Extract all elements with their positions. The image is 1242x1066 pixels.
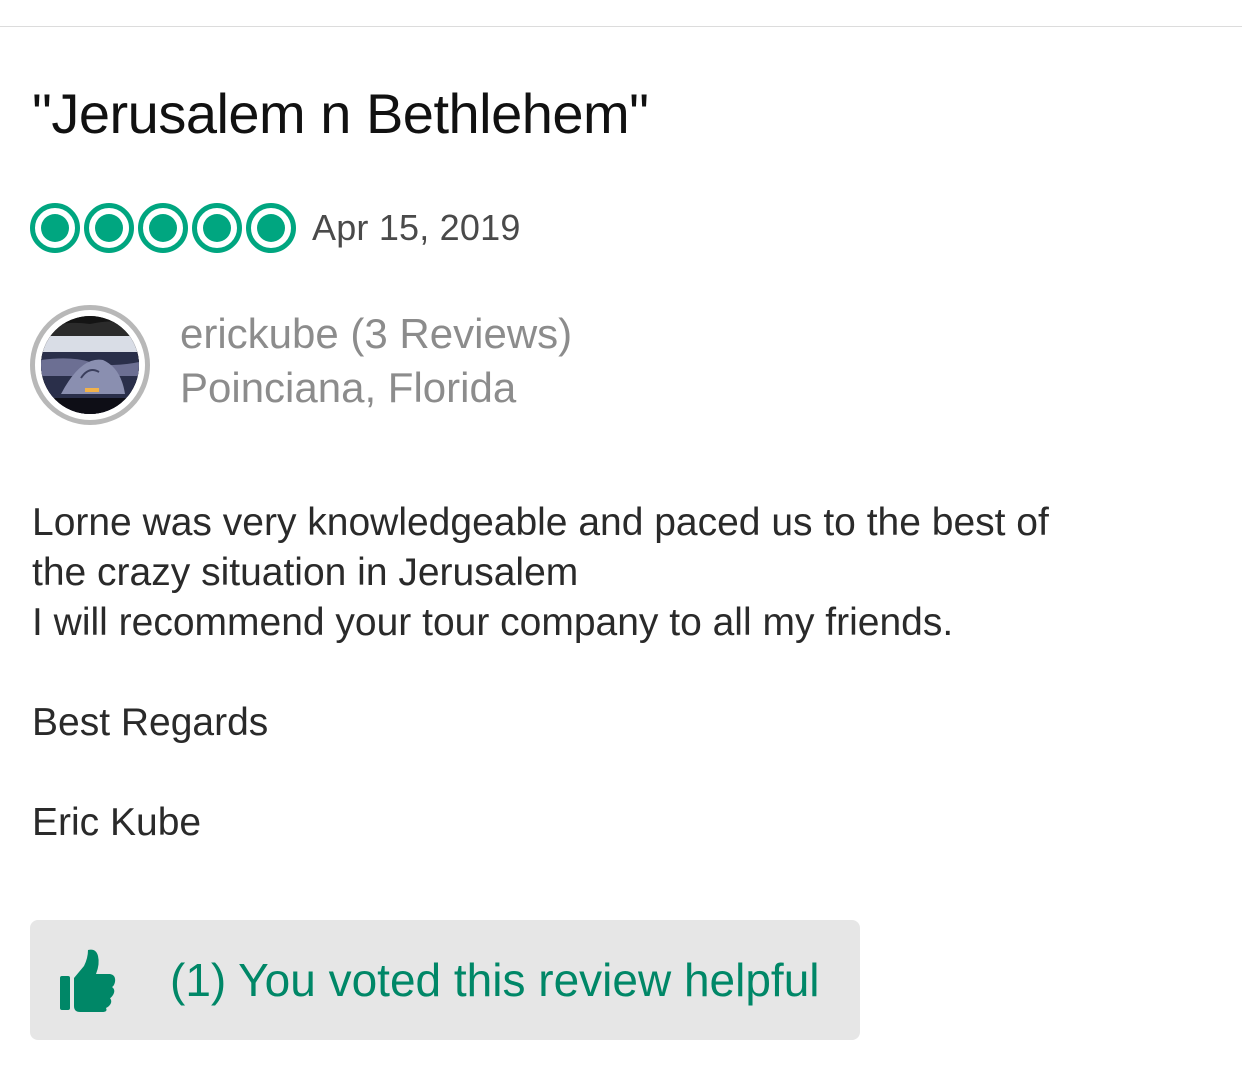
reviewer-info: erickube (3 Reviews) Poinciana, Florida <box>180 308 572 414</box>
avatar-photo <box>41 316 139 414</box>
review-title[interactable]: "Jerusalem n Bethlehem" <box>32 80 649 148</box>
rating-bubble-icon <box>246 203 296 253</box>
review-body-line: Eric Kube <box>32 801 202 844</box>
bubble-rating <box>30 203 300 253</box>
review-body: Lorne was very knowledgeable and paced u… <box>32 498 1212 848</box>
rating-bubble-icon <box>192 203 242 253</box>
reviewer-location: Poinciana, Florida <box>180 364 517 411</box>
rating-bubble-icon <box>30 203 80 253</box>
reviewer-name[interactable]: erickube (3 Reviews) <box>180 308 572 360</box>
review-body-line: the crazy situation in Jerusalem <box>32 551 579 594</box>
helpful-label: (1) You voted this review helpful <box>170 954 820 1006</box>
avatar[interactable] <box>30 305 150 425</box>
review-date: Apr 15, 2019 <box>312 207 521 248</box>
rating-bubble-icon <box>84 203 134 253</box>
review-body-line: Best Regards <box>32 701 269 744</box>
review-body-line: Lorne was very knowledgeable and paced u… <box>32 501 1049 544</box>
top-divider <box>0 26 1242 27</box>
review-body-line: I will recommend your tour company to al… <box>32 601 954 644</box>
thumbs-up-icon <box>60 948 140 1012</box>
rating-bubble-icon <box>138 203 188 253</box>
helpful-vote-button[interactable]: (1) You voted this review helpful <box>30 920 860 1040</box>
rating-row: Apr 15, 2019 <box>30 198 521 258</box>
